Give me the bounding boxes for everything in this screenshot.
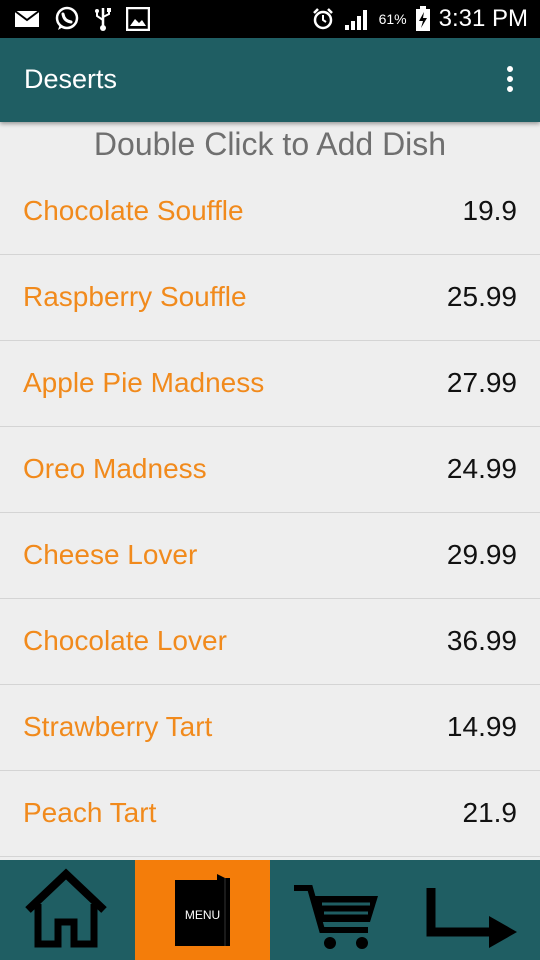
dish-price: 19.9 — [462, 195, 518, 226]
dish-row[interactable]: Cheese Lover 29.99 — [0, 513, 540, 599]
exit-button[interactable] — [405, 860, 540, 960]
notification-icons — [14, 6, 150, 32]
dish-name: Peach Tart — [23, 797, 157, 828]
menu-book-label: MENU — [184, 908, 221, 922]
dish-name: Cheese Lover — [23, 539, 198, 570]
dish-row[interactable]: Chocolate Souffle 19.9 — [0, 169, 540, 255]
dish-row[interactable]: Strawberry Tart 14.99 — [0, 685, 540, 771]
menu-button[interactable]: MENU — [135, 860, 270, 960]
alarm-icon — [311, 7, 335, 31]
dish-row[interactable]: Oreo Madness 24.99 — [0, 427, 540, 513]
page-title: Deserts — [24, 64, 118, 94]
dish-price: 14.99 — [446, 711, 517, 742]
battery-percent: 61% — [378, 11, 407, 27]
app-bar: Deserts — [0, 38, 540, 122]
system-status: 61% 3:31 PM — [311, 0, 528, 38]
dish-price: 21.9 — [462, 797, 518, 828]
dish-price: 27.99 — [446, 367, 517, 398]
dish-price: 24.99 — [446, 453, 517, 484]
mail-icon — [14, 9, 40, 29]
dish-name: Strawberry Tart — [23, 711, 213, 742]
dish-list: Chocolate Souffle 19.9 Raspberry Souffle… — [0, 169, 540, 857]
whatsapp-icon — [54, 6, 80, 32]
dish-name: Chocolate Souffle — [23, 195, 244, 226]
gallery-icon — [126, 7, 150, 31]
home-icon — [25, 868, 107, 948]
dish-row[interactable]: Peach Tart 21.9 — [0, 771, 540, 857]
dish-name: Apple Pie Madness — [23, 367, 265, 398]
battery-charging-icon — [415, 6, 431, 32]
dish-price: 25.99 — [446, 281, 517, 312]
bottom-nav: MENU — [0, 860, 540, 960]
status-bar: 61% 3:31 PM — [0, 0, 540, 38]
home-button[interactable] — [0, 860, 135, 960]
dish-name: Chocolate Lover — [23, 625, 227, 656]
dish-row[interactable]: Raspberry Souffle 25.99 — [0, 255, 540, 341]
cart-button[interactable] — [270, 860, 405, 960]
instruction-text: Double Click to Add Dish — [93, 126, 447, 162]
clock: 3:31 PM — [438, 5, 528, 32]
signal-icon — [343, 7, 371, 31]
dish-name: Oreo Madness — [23, 453, 207, 484]
dish-price: 36.99 — [446, 625, 517, 656]
dish-row[interactable]: Apple Pie Madness 27.99 — [0, 341, 540, 427]
arrow-return-icon — [426, 888, 517, 948]
dish-name: Raspberry Souffle — [23, 281, 247, 312]
dish-row[interactable]: Chocolate Lover 36.99 — [0, 599, 540, 685]
dish-price: 29.99 — [446, 539, 517, 570]
more-vert-icon[interactable] — [502, 66, 518, 96]
usb-icon — [94, 6, 112, 32]
cart-icon — [294, 885, 378, 949]
